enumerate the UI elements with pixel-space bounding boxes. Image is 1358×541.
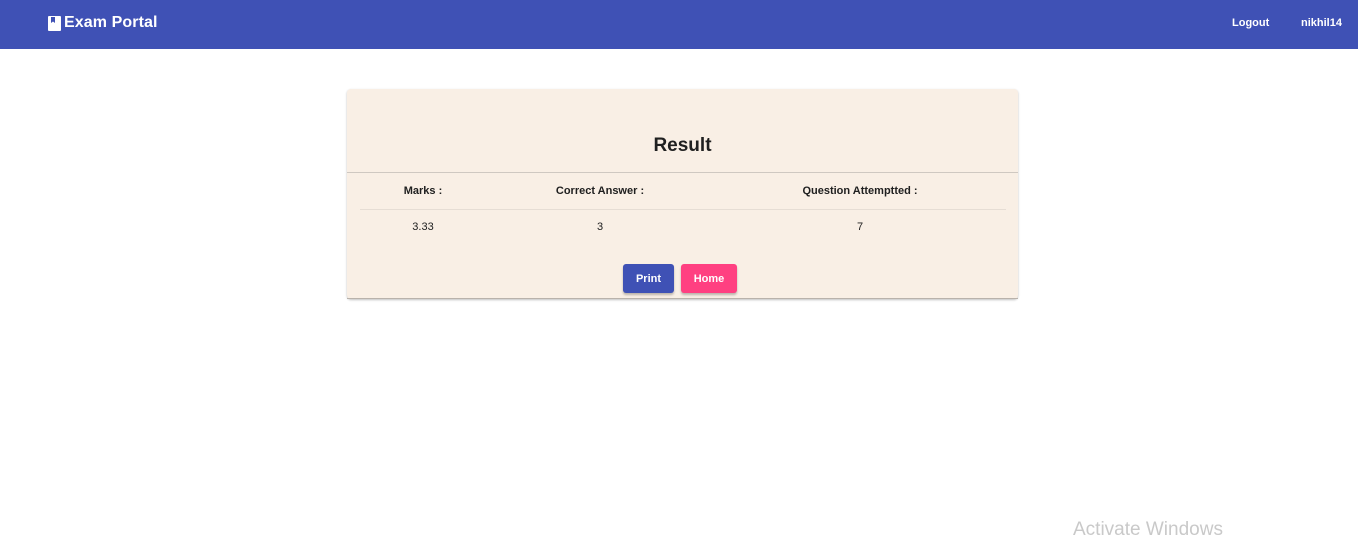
brand-title: Exam Portal: [64, 14, 158, 31]
questions-attempted-header: Question Attemptted :: [802, 185, 918, 197]
book-icon: [48, 15, 61, 31]
activate-windows-watermark: Activate Windows: [1073, 519, 1223, 540]
print-button[interactable]: Print: [623, 264, 674, 293]
title-divider: [347, 172, 1018, 173]
result-card: Result Marks : Correct Answer : Question…: [347, 89, 1018, 299]
table-row-divider: [360, 209, 1006, 210]
questions-attempted-value: 7: [856, 221, 864, 233]
card-bottom-border: [347, 298, 1018, 299]
top-navbar: Exam Portal Logout nikhil14: [0, 0, 1358, 49]
brand-link[interactable]: Exam Portal: [48, 14, 158, 32]
home-button[interactable]: Home: [681, 264, 737, 293]
marks-header: Marks :: [403, 185, 443, 197]
correct-answer-value: 3: [596, 221, 604, 233]
correct-answer-header: Correct Answer :: [555, 185, 645, 197]
logout-link[interactable]: Logout: [1232, 17, 1269, 29]
marks-value: 3.33: [412, 221, 434, 233]
result-title: Result: [653, 135, 712, 156]
username-link[interactable]: nikhil14: [1301, 17, 1342, 29]
